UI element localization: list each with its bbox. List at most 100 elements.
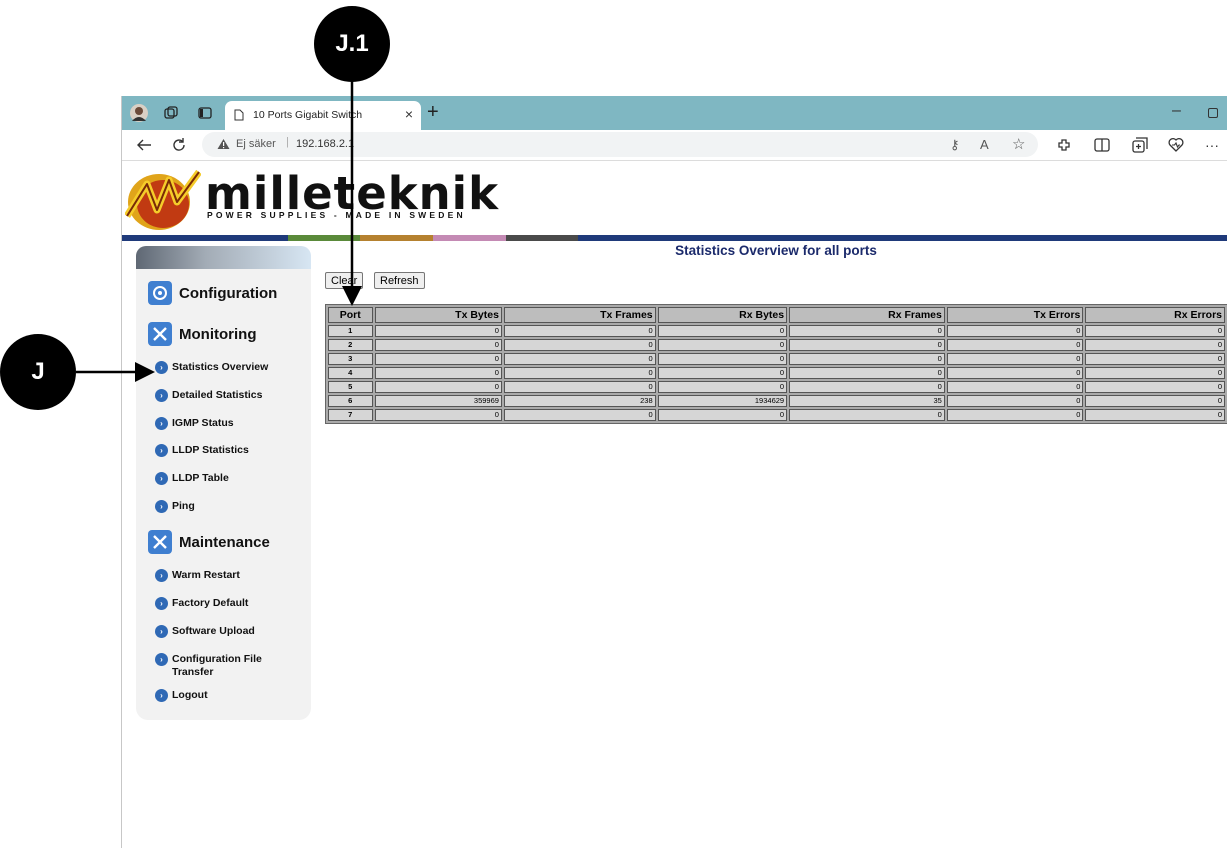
workspaces-icon[interactable]	[162, 104, 180, 122]
table-header-row: Port Tx Bytes Tx Frames Rx Bytes Rx Fram…	[328, 307, 1225, 323]
sidebar-item-label: LLDP Table	[172, 472, 229, 484]
sidebar-item-software-upload[interactable]: › Software Upload	[155, 625, 255, 638]
performance-icon[interactable]	[1166, 135, 1186, 155]
sidebar-item-detailed-statistics[interactable]: › Detailed Statistics	[155, 389, 262, 402]
tab-active[interactable]: 10 Ports Gigabit Switch ×	[225, 101, 421, 130]
table-cell: 0	[1085, 395, 1225, 407]
key-icon[interactable]: ⚷	[950, 137, 960, 153]
port-cell[interactable]: 2	[328, 339, 373, 351]
section-monitoring[interactable]: Monitoring	[148, 321, 256, 347]
table-cell: 0	[946, 339, 1084, 351]
sidebar-item-label: Ping	[172, 500, 195, 512]
column-header-port: Port	[328, 307, 373, 323]
section-label: Configuration	[179, 284, 278, 302]
table-cell: 0	[374, 381, 502, 393]
configuration-icon	[148, 281, 172, 305]
browser-window: 10 Ports Gigabit Switch × + – Ej säker |…	[121, 96, 1227, 848]
statistics-table: Port Tx Bytes Tx Frames Rx Bytes Rx Fram…	[325, 304, 1227, 424]
port-cell[interactable]: 5	[328, 381, 373, 393]
callout-j1: J.1	[314, 6, 390, 82]
port-cell[interactable]: 4	[328, 367, 373, 379]
collections-icon[interactable]	[1130, 135, 1150, 155]
close-tab-icon[interactable]: ×	[405, 107, 413, 121]
section-configuration[interactable]: Configuration	[148, 280, 277, 306]
table-cell: 0	[503, 339, 656, 351]
sidebar-item-label: IGMP Status	[172, 417, 234, 429]
sidebar-item-label: Detailed Statistics	[172, 389, 263, 401]
profile-avatar[interactable]	[130, 104, 148, 122]
split-screen-icon[interactable]	[1092, 135, 1112, 155]
sidebar-item-factory-default[interactable]: › Factory Default	[155, 597, 248, 610]
table-cell: 0	[657, 367, 788, 379]
callout-j: J	[0, 334, 76, 410]
maximize-button[interactable]	[1208, 108, 1218, 118]
refresh-button[interactable]: Refresh	[374, 272, 425, 289]
clear-button[interactable]: Clear	[325, 272, 364, 289]
table-cell: 0	[1085, 409, 1225, 421]
chevron-right-icon: ›	[155, 444, 168, 457]
sidebar-item-logout[interactable]: › Logout	[155, 689, 208, 702]
sidebar-item-label: Logout	[172, 689, 208, 701]
tab-actions-icon[interactable]	[196, 104, 214, 122]
back-icon[interactable]	[134, 135, 154, 155]
tab-title: 10 Ports Gigabit Switch	[253, 109, 363, 121]
port-cell[interactable]: 3	[328, 353, 373, 365]
port-cell[interactable]: 7	[328, 409, 373, 421]
table-cell: 0	[657, 409, 788, 421]
security-label[interactable]: Ej säker	[236, 138, 276, 150]
port-cell[interactable]: 1	[328, 325, 373, 337]
url-text[interactable]: 192.168.2.1	[296, 138, 354, 150]
warning-icon[interactable]	[217, 138, 230, 150]
table-cell: 0	[946, 325, 1084, 337]
table-cell: 1934629	[657, 395, 788, 407]
table-cell: 0	[374, 367, 502, 379]
more-icon[interactable]: ···	[1202, 135, 1222, 155]
address-bar[interactable]: Ej säker | 192.168.2.1 ⚷ A ☆	[202, 132, 1038, 157]
table-row: 3 0 0 0 0 0 0	[328, 353, 1225, 365]
sidebar-item-configuration-file-transfer[interactable]: › Configuration File Transfer	[155, 653, 262, 679]
column-header-rx-errors: Rx Errors	[1085, 307, 1225, 323]
table-cell: 0	[1085, 325, 1225, 337]
sidebar-item-ping[interactable]: › Ping	[155, 500, 195, 513]
section-maintenance[interactable]: Maintenance	[148, 529, 270, 555]
table-cell: 35	[789, 395, 945, 407]
chevron-right-icon: ›	[155, 472, 168, 485]
chevron-right-icon: ›	[155, 389, 168, 402]
minimize-button[interactable]: –	[1172, 102, 1181, 120]
refresh-icon[interactable]	[169, 135, 189, 155]
table-cell: 0	[657, 339, 788, 351]
table-row: 4 0 0 0 0 0 0	[328, 367, 1225, 379]
new-tab-button[interactable]: +	[427, 102, 439, 122]
port-cell[interactable]: 6	[328, 395, 373, 407]
table-cell: 0	[946, 409, 1084, 421]
table-row: 5 0 0 0 0 0 0	[328, 381, 1225, 393]
table-cell: 0	[1085, 367, 1225, 379]
table-cell: 0	[789, 339, 945, 351]
sidebar-item-label: Factory Default	[172, 597, 249, 609]
table-cell: 0	[1085, 353, 1225, 365]
table-cell: 0	[657, 325, 788, 337]
tab-bar: 10 Ports Gigabit Switch × + –	[122, 96, 1227, 130]
favorite-icon[interactable]: ☆	[1012, 135, 1025, 153]
table-cell: 0	[374, 325, 502, 337]
sidebar-item-statistics-overview[interactable]: › Statistics Overview	[155, 361, 268, 374]
sidebar-item-label: LLDP Statistics	[172, 444, 249, 456]
sidebar-item-lldp-statistics[interactable]: › LLDP Statistics	[155, 444, 249, 457]
table-cell: 0	[946, 395, 1084, 407]
extensions-icon[interactable]	[1054, 135, 1074, 155]
sidebar-item-label: Configuration File Transfer	[172, 653, 262, 678]
sidebar-item-lldp-table[interactable]: › LLDP Table	[155, 472, 229, 485]
sidebar-item-warm-restart[interactable]: › Warm Restart	[155, 569, 240, 582]
table-cell: 0	[503, 367, 656, 379]
sidebar-item-igmp-status[interactable]: › IGMP Status	[155, 417, 234, 430]
table-row: 2 0 0 0 0 0 0	[328, 339, 1225, 351]
table-row: 1 0 0 0 0 0 0	[328, 325, 1225, 337]
table-cell: 0	[374, 409, 502, 421]
read-aloud-icon[interactable]: A	[980, 137, 989, 152]
table-cell: 0	[789, 353, 945, 365]
section-label: Maintenance	[179, 533, 270, 551]
table-cell: 0	[374, 339, 502, 351]
chevron-right-icon: ›	[155, 689, 168, 702]
table-cell: 0	[657, 381, 788, 393]
chevron-right-icon: ›	[155, 417, 168, 430]
